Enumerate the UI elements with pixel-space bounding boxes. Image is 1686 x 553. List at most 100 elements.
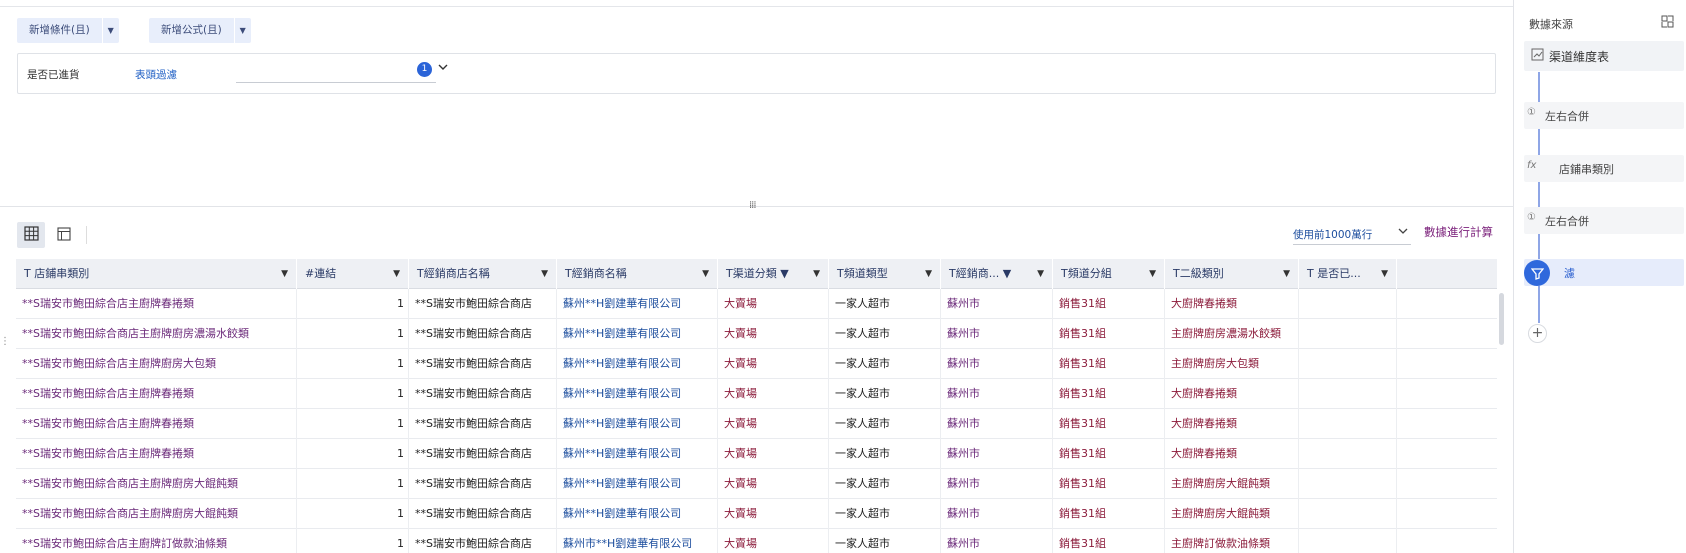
table-cell[interactable]: 大賣場: [718, 439, 829, 469]
column-menu-icon[interactable]: ▼: [925, 259, 932, 289]
table-cell[interactable]: 大賣場: [718, 349, 829, 379]
column-header[interactable]: T 是否已... ▼: [1299, 259, 1397, 289]
table-cell[interactable]: 大賣場: [718, 529, 829, 553]
table-cell[interactable]: 銷售31組: [1053, 409, 1165, 439]
table-cell[interactable]: **S瑞安市鮑田綜合商店: [409, 469, 557, 499]
table-cell[interactable]: 主廚牌廚房大包類: [1165, 349, 1299, 379]
add-condition-button[interactable]: 新增條件(且) ▼: [17, 18, 119, 43]
table-cell[interactable]: 銷售31組: [1053, 319, 1165, 349]
table-row[interactable]: **S瑞安市鮑田綜合店主廚牌春捲類 1 **S瑞安市鮑田綜合商店 蘇州**H劉建華有限…: [16, 439, 1497, 469]
side-drag-handle-icon[interactable]: ⋮: [0, 336, 10, 347]
table-cell[interactable]: 1: [297, 529, 409, 553]
table-cell[interactable]: 大廚牌春捲類: [1165, 409, 1299, 439]
table-cell[interactable]: 1: [297, 409, 409, 439]
table-cell[interactable]: **S瑞安市鮑田綜合商店主廚牌廚房濃湯水餃類: [16, 319, 297, 349]
table-cell[interactable]: 大廚牌春捲類: [1165, 379, 1299, 409]
table-cell[interactable]: [1299, 289, 1397, 319]
table-cell[interactable]: 蘇州市: [941, 439, 1053, 469]
table-cell[interactable]: 一家人超市: [829, 289, 941, 319]
table-cell[interactable]: **S瑞安市鮑田綜合商店: [409, 319, 557, 349]
column-header[interactable]: T頻道類型 ▼: [829, 259, 941, 289]
table-cell[interactable]: **S瑞安市鮑田綜合商店: [409, 529, 557, 553]
column-menu-icon[interactable]: ▼: [1381, 259, 1388, 289]
table-cell[interactable]: **S瑞安市鮑田綜合商店: [409, 499, 557, 529]
table-cell[interactable]: 銷售31組: [1053, 499, 1165, 529]
column-menu-icon[interactable]: ▼: [1149, 259, 1156, 289]
table-cell[interactable]: [1299, 499, 1397, 529]
table-cell[interactable]: 銷售31組: [1053, 469, 1165, 499]
vertical-scrollbar[interactable]: [1499, 293, 1504, 345]
resize-handle-icon[interactable]: ⁞⁞⁞: [749, 200, 756, 211]
column-menu-icon[interactable]: ▼: [1283, 259, 1290, 289]
table-cell[interactable]: **S瑞安市鮑田綜合商店: [409, 409, 557, 439]
table-cell[interactable]: [1299, 379, 1397, 409]
table-cell[interactable]: 蘇州市: [941, 469, 1053, 499]
column-menu-icon[interactable]: ▼: [393, 259, 400, 289]
table-cell[interactable]: 1: [297, 379, 409, 409]
table-cell[interactable]: 蘇州**H劉建華有限公司: [557, 469, 718, 499]
table-cell[interactable]: 大賣場: [718, 379, 829, 409]
table-cell[interactable]: 大賣場: [718, 409, 829, 439]
column-menu-icon[interactable]: ▼: [702, 259, 709, 289]
table-cell[interactable]: 大賣場: [718, 319, 829, 349]
table-cell[interactable]: [1299, 319, 1397, 349]
row-limit-select[interactable]: 使用前1000萬行: [1293, 225, 1411, 245]
table-cell[interactable]: 銷售31組: [1053, 379, 1165, 409]
column-header[interactable]: #連結 ▼: [297, 259, 409, 289]
table-cell[interactable]: **S瑞安市鮑田綜合店主廚牌春捲類: [16, 409, 297, 439]
chevron-down-icon[interactable]: ▼: [103, 18, 119, 43]
table-cell[interactable]: 1: [297, 289, 409, 319]
table-cell[interactable]: 一家人超市: [829, 439, 941, 469]
source-node[interactable]: 渠道維度表: [1524, 41, 1684, 71]
column-menu-icon[interactable]: ▼: [541, 259, 548, 289]
table-cell[interactable]: 大廚牌春捲類: [1165, 289, 1299, 319]
table-cell[interactable]: **S瑞安市鮑田綜合商店主廚牌廚房大餛飩類: [16, 469, 297, 499]
table-cell[interactable]: 大賣場: [718, 499, 829, 529]
filter-value-select[interactable]: 1: [236, 59, 448, 83]
column-header[interactable]: T經銷商名稱 ▼: [557, 259, 718, 289]
table-row[interactable]: **S瑞安市鮑田綜合店主廚牌訂做款油條類 1 **S瑞安市鮑田綜合商店 蘇州市**H劉…: [16, 529, 1497, 553]
table-cell[interactable]: 蘇州**H劉建華有限公司: [557, 439, 718, 469]
table-cell[interactable]: 1: [297, 349, 409, 379]
table-cell[interactable]: 銷售31組: [1053, 529, 1165, 553]
add-step-button[interactable]: +: [1528, 324, 1547, 343]
table-cell[interactable]: 一家人超市: [829, 319, 941, 349]
table-cell[interactable]: [1299, 439, 1397, 469]
table-cell[interactable]: 蘇州市: [941, 289, 1053, 319]
add-formula-button[interactable]: 新增公式(且) ▼: [149, 18, 251, 43]
table-row[interactable]: **S瑞安市鮑田綜合商店主廚牌廚房大餛飩類 1 **S瑞安市鮑田綜合商店 蘇州**H劉…: [16, 469, 1497, 499]
table-cell[interactable]: **S瑞安市鮑田綜合店主廚牌春捲類: [16, 289, 297, 319]
compute-data-link[interactable]: 數據進行計算: [1424, 224, 1493, 240]
table-cell[interactable]: **S瑞安市鮑田綜合店主廚牌廚房大包類: [16, 349, 297, 379]
table-row[interactable]: **S瑞安市鮑田綜合商店主廚牌廚房大餛飩類 1 **S瑞安市鮑田綜合商店 蘇州**H劉…: [16, 499, 1497, 529]
table-cell[interactable]: 主廚牌廚房大餛飩類: [1165, 499, 1299, 529]
table-cell[interactable]: [1299, 409, 1397, 439]
table-cell[interactable]: [1299, 469, 1397, 499]
table-cell[interactable]: **S瑞安市鮑田綜合商店: [409, 379, 557, 409]
table-cell[interactable]: 蘇州市: [941, 499, 1053, 529]
table-cell[interactable]: 1: [297, 439, 409, 469]
step-node-merge-2[interactable]: ① 左右合併: [1524, 207, 1684, 234]
table-cell[interactable]: 蘇州市: [941, 379, 1053, 409]
table-cell[interactable]: 一家人超市: [829, 469, 941, 499]
table-cell[interactable]: 大賣場: [718, 289, 829, 319]
table-cell[interactable]: 蘇州市: [941, 529, 1053, 553]
table-row[interactable]: **S瑞安市鮑田綜合店主廚牌春捲類 1 **S瑞安市鮑田綜合商店 蘇州**H劉建華有限…: [16, 379, 1497, 409]
table-cell[interactable]: 一家人超市: [829, 529, 941, 553]
column-menu-icon[interactable]: ▼: [1037, 259, 1044, 289]
table-cell[interactable]: 銷售31組: [1053, 289, 1165, 319]
table-cell[interactable]: 蘇州**H劉建華有限公司: [557, 349, 718, 379]
column-header[interactable]: T頻道分組 ▼: [1053, 259, 1165, 289]
table-cell[interactable]: 1: [297, 499, 409, 529]
column-menu-icon[interactable]: ▼: [813, 259, 820, 289]
expand-panel-icon[interactable]: [1661, 15, 1674, 28]
table-cell[interactable]: **S瑞安市鮑田綜合商店: [409, 289, 557, 319]
table-cell[interactable]: 主廚牌訂做款油條類: [1165, 529, 1299, 553]
header-filter-link[interactable]: 表頭過濾: [135, 67, 177, 82]
table-cell[interactable]: [1299, 529, 1397, 553]
table-cell[interactable]: 主廚牌廚房大餛飩類: [1165, 469, 1299, 499]
table-cell[interactable]: 銷售31組: [1053, 349, 1165, 379]
table-cell[interactable]: **S瑞安市鮑田綜合店主廚牌春捲類: [16, 379, 297, 409]
table-cell[interactable]: 1: [297, 469, 409, 499]
table-row[interactable]: **S瑞安市鮑田綜合店主廚牌春捲類 1 **S瑞安市鮑田綜合商店 蘇州**H劉建華有限…: [16, 289, 1497, 319]
